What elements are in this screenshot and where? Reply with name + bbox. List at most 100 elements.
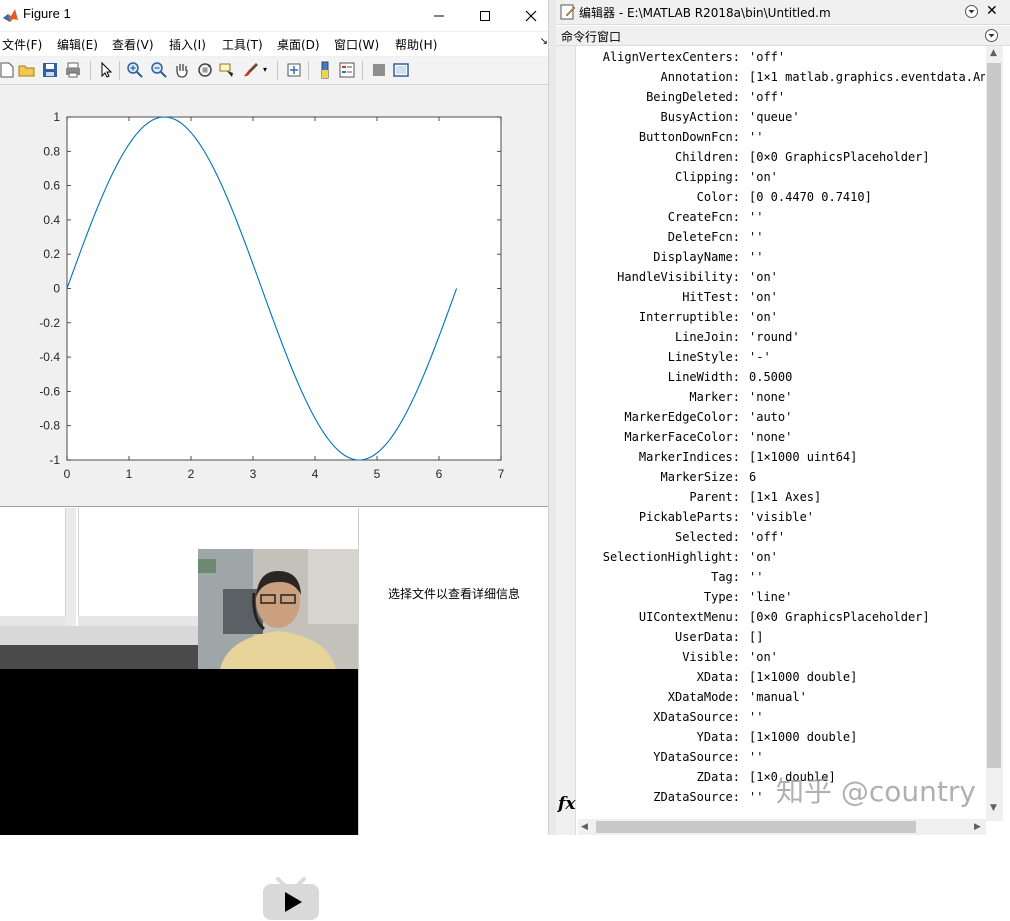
menu-help[interactable]: 帮助(H) [395,36,437,53]
property-name: ButtonDownFcn: [638,130,740,144]
print-icon[interactable] [64,61,82,79]
property-row: Marker: 'none' [577,390,985,410]
property-row: UIContextMenu: [0×0 GraphicsPlaceholder] [577,610,985,630]
menu-window[interactable]: 窗口(W) [334,36,379,53]
scroll-left-icon[interactable]: ◀ [581,822,588,832]
editor-titlebar[interactable]: 编辑器 - E:\MATLAB R2018a\bin\Untitled.m ✕ [556,0,1010,25]
new-figure-icon[interactable] [0,61,16,79]
minimize-button[interactable] [416,0,462,31]
property-row: LineStyle: '-' [577,350,985,370]
file-list-vscrollbar[interactable] [66,508,76,626]
zhihu-watermark: 知乎 @country [776,775,976,808]
menu-edit[interactable]: 编辑(E) [57,36,98,53]
property-row: MarkerIndices: [1×1000 uint64] [577,450,985,470]
property-name: SelectionHighlight: [602,550,740,564]
property-name: UserData: [674,630,740,644]
maximize-button[interactable] [462,0,508,31]
command-window-actions-dropdown-icon[interactable] [984,28,999,43]
open-icon[interactable] [18,61,36,79]
property-name: Color: [696,190,740,204]
menu-view[interactable]: 查看(V) [112,36,154,53]
scroll-down-icon[interactable]: ▼ [990,803,997,813]
hide-plot-tools-icon[interactable] [370,61,388,79]
property-row: AlignVertexCenters: 'off' [577,50,985,70]
video-player[interactable] [0,669,358,920]
figure-menubar: 文件(F) 编辑(E) 查看(V) 插入(I) 工具(T) 桌面(D) 窗口(W… [0,32,554,56]
show-plot-tools-icon[interactable] [392,61,410,79]
x-tick-label: 5 [374,467,381,481]
webcam-person-image [198,549,358,669]
rotate-3d-icon[interactable] [196,61,214,79]
property-name: XDataMode: [667,690,740,704]
menu-file[interactable]: 文件(F) [2,36,42,53]
property-name: DeleteFcn: [667,230,740,244]
pan-hand-icon[interactable] [173,61,191,79]
figure-titlebar[interactable]: Figure 1 [0,0,554,31]
property-row: UserData: [] [577,630,985,650]
property-name: Parent: [689,490,740,504]
brush-dropdown-icon[interactable]: ▾ [263,65,271,83]
menu-desktop[interactable]: 桌面(D) [277,36,320,53]
y-tick-label: 1 [53,110,60,124]
editor-title: 编辑器 - E:\MATLAB R2018a\bin\Untitled.m [579,6,831,20]
property-row: PickableParts: 'visible' [577,510,985,530]
figure-title: Figure 1 [23,6,71,21]
menu-insert[interactable]: 插入(I) [169,36,206,53]
property-row: Clipping: 'on' [577,170,985,190]
command-window-output[interactable]: fx AlignVertexCenters: 'off' Annotation: [1… [556,46,1010,835]
property-name: HandleVisibility: [617,270,740,284]
scroll-right-icon[interactable]: ▶ [974,822,981,832]
toolbar-separator [308,61,309,80]
property-value: 'auto' [749,410,793,424]
link-plot-icon[interactable] [285,61,303,79]
property-name: DisplayName: [653,250,740,264]
property-row: LineWidth: 0.5000 [577,370,985,390]
property-row: Color: [0 0.4470 0.7410] [577,190,985,210]
property-row: LineJoin: 'round' [577,330,985,350]
property-name: MarkerIndices: [638,450,740,464]
zoom-in-icon[interactable] [126,61,144,79]
property-value: [0×0 GraphicsPlaceholder] [749,150,930,164]
command-window-hscrollbar[interactable]: ◀ ▶ [578,819,986,835]
property-row: SelectionHighlight: 'on' [577,550,985,570]
property-row: DisplayName: '' [577,250,985,270]
save-icon[interactable] [41,61,59,79]
select-arrow-icon[interactable] [97,61,115,79]
property-row: BeingDeleted: 'off' [577,90,985,110]
property-value: [1×1 Axes] [749,490,822,504]
property-row: Tag: '' [577,570,985,590]
command-window-title: 命令行窗口 [561,30,622,44]
property-name: LineJoin: [674,330,740,344]
property-name: HitTest: [682,290,740,304]
file-list-pane[interactable] [0,508,66,626]
menu-overflow-icon[interactable]: ↘ [540,36,548,47]
property-name: Tag: [711,570,740,584]
property-name: MarkerFaceColor: [624,430,740,444]
editor-window: 编辑器 - E:\MATLAB R2018a\bin\Untitled.m ✕ … [556,0,1010,835]
property-row: ButtonDownFcn: '' [577,130,985,150]
property-name: CreateFcn: [667,210,740,224]
hscroll-thumb[interactable] [596,821,916,833]
command-window-vscrollbar[interactable]: ▲ ▼ [986,46,1003,821]
fx-prompt-icon[interactable]: fx [558,794,575,814]
sine-chart[interactable]: 0 1 2 3 4 5 6 7 1 0.8 0.6 0.4 0.2 0 -0.2 -0.4 -0.6 -0.8 -1 [0,86,554,506]
data-cursor-icon[interactable] [218,61,236,79]
editor-actions-dropdown-icon[interactable] [964,4,979,19]
file-list-hscrollbar[interactable] [0,616,66,626]
property-value: 'round' [749,330,800,344]
x-tick-label: 0 [64,467,71,481]
file-tree-hscrollbar[interactable] [78,616,198,626]
toolbar-separator [119,61,120,80]
scroll-up-icon[interactable]: ▲ [990,48,997,58]
legend-icon[interactable] [338,61,356,79]
property-row: XDataMode: 'manual' [577,690,985,710]
pane-splitter[interactable] [548,0,556,835]
editor-pencil-icon [560,4,576,20]
brush-icon[interactable] [242,61,260,79]
play-icon[interactable] [262,873,320,921]
colorbar-icon[interactable] [316,61,334,79]
editor-close-icon[interactable]: ✕ [986,3,998,19]
menu-tools[interactable]: 工具(T) [222,36,263,53]
zoom-out-icon[interactable] [150,61,168,79]
vscroll-thumb[interactable] [987,63,1001,768]
